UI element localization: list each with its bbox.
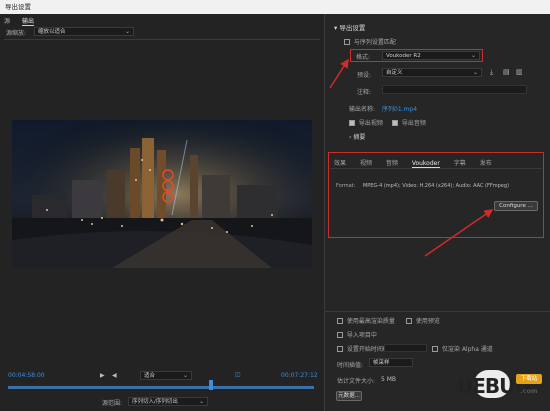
arrow-to-configure [424,209,494,257]
annotation-arrows [329,58,494,257]
arrow-to-format [329,58,349,89]
